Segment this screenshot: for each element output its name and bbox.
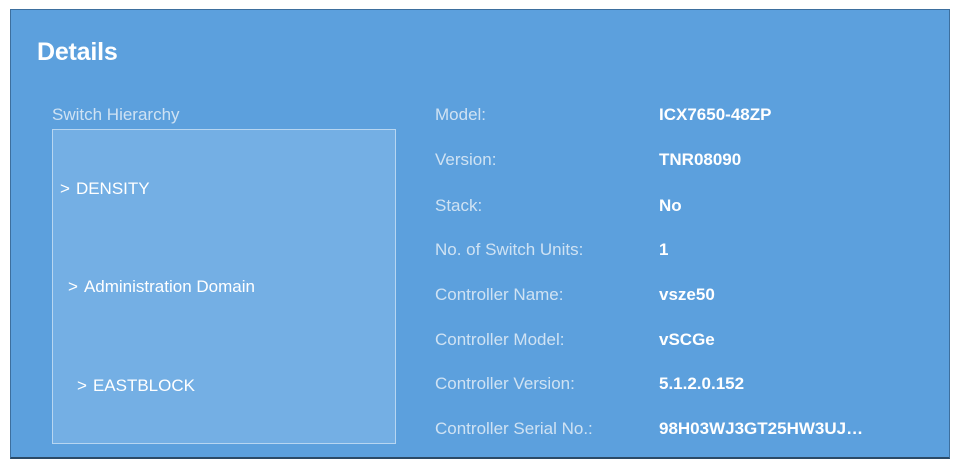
detail-row-switch-units: No. of Switch Units: 1	[435, 240, 945, 266]
detail-value: 5.1.2.0.152	[659, 374, 745, 393]
detail-key: Stack:	[435, 196, 483, 215]
hierarchy-item-label: EASTBLOCK	[92, 376, 195, 395]
detail-key: Controller Version:	[435, 374, 575, 393]
detail-row-stack: Stack: No	[435, 196, 945, 222]
hierarchy-item-label: DENSITY	[75, 179, 150, 198]
switch-hierarchy-tree: > DENSITY > Administration Domain > EASTBLO…	[52, 129, 396, 444]
detail-row-model: Model: ICX7650-48ZP	[435, 105, 945, 131]
chevron-right-icon: >	[68, 277, 78, 296]
detail-row-version: Version: TNR08090	[435, 150, 945, 176]
detail-key: No. of Switch Units:	[435, 240, 584, 259]
chevron-right-icon: >	[60, 179, 70, 198]
detail-key: Version:	[435, 150, 497, 169]
detail-key: Controller Serial No.:	[435, 419, 593, 438]
detail-key: Controller Name:	[435, 285, 564, 304]
details-panel: Details Switch Hierarchy > DENSITY > Admin…	[10, 9, 950, 459]
detail-value: No	[659, 196, 682, 215]
detail-row-controller-serial: Controller Serial No.: 98H03WJ3GT25HW3UJ…	[435, 419, 945, 445]
chevron-right-icon: >	[77, 376, 87, 395]
detail-key: Controller Model:	[435, 330, 565, 349]
switch-hierarchy-label: Switch Hierarchy	[52, 105, 180, 124]
detail-value: 1	[659, 240, 669, 259]
detail-value: ICX7650-48ZP	[659, 105, 772, 124]
detail-row-controller-model: Controller Model: vSCGe	[435, 330, 945, 356]
hierarchy-item-administration-domain[interactable]: > Administration Domain	[68, 277, 255, 297]
panel-title: Details	[37, 38, 118, 66]
hierarchy-item-density[interactable]: > DENSITY	[60, 179, 150, 199]
detail-row-controller-version: Controller Version: 5.1.2.0.152	[435, 374, 945, 400]
detail-row-controller-name: Controller Name: vsze50	[435, 285, 945, 311]
hierarchy-item-label: Administration Domain	[83, 277, 255, 296]
detail-value: TNR08090	[659, 150, 742, 169]
hierarchy-item-eastblock[interactable]: > EASTBLOCK	[77, 376, 195, 396]
detail-value: vsze50	[659, 285, 715, 304]
detail-value: vSCGe	[659, 330, 715, 349]
detail-value: 98H03WJ3GT25HW3UJ…	[659, 419, 864, 438]
detail-key: Model:	[435, 105, 487, 124]
